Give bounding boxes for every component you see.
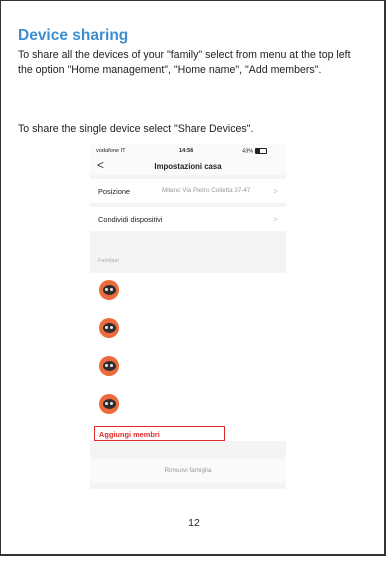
battery-icon <box>255 148 268 154</box>
nav-bar: < Impostazioni casa <box>90 157 286 175</box>
position-label: Posizione <box>98 187 131 196</box>
remove-family-button[interactable]: Rimuovi famiglia <box>90 459 286 483</box>
members-list <box>90 273 286 441</box>
instruction-paragraph-single: To share the single device select "Share… <box>18 123 254 135</box>
phone-screenshot: vodafone IT 14:56 43% < Impostazioni cas… <box>90 144 286 489</box>
carrier-text: vodafone IT <box>96 148 126 154</box>
member-avatar[interactable] <box>99 280 119 300</box>
member-avatar[interactable] <box>99 356 119 376</box>
page-title: Device sharing <box>18 27 129 44</box>
battery-indicator: 43% <box>242 148 268 155</box>
document-page: Device sharing To share all the devices … <box>0 0 386 556</box>
page-number: 12 <box>188 517 200 529</box>
status-bar: vodafone IT 14:56 43% <box>90 144 286 157</box>
member-avatar[interactable] <box>99 318 119 338</box>
share-devices-row[interactable]: Condividi dispositivi > <box>90 207 286 231</box>
add-members-button[interactable]: Aggiungi membri <box>94 426 225 441</box>
status-time: 14:56 <box>179 148 194 154</box>
share-devices-label: Condividi dispositivi <box>98 215 163 224</box>
add-members-label: Aggiungi membri <box>99 430 160 439</box>
position-value: Milano Via Pietro Colletta 37-47 <box>162 187 251 194</box>
chevron-right-icon: > <box>273 187 278 196</box>
chevron-right-icon: > <box>273 215 278 224</box>
position-row[interactable]: Posizione Milano Via Pietro Colletta 37-… <box>90 179 286 203</box>
members-section-label: Familiari <box>98 258 120 264</box>
instruction-paragraph: To share all the devices of your "family… <box>18 49 351 77</box>
member-avatar[interactable] <box>99 394 119 414</box>
battery-percent: 43% <box>242 148 254 155</box>
nav-title: Impostazioni casa <box>154 162 222 171</box>
